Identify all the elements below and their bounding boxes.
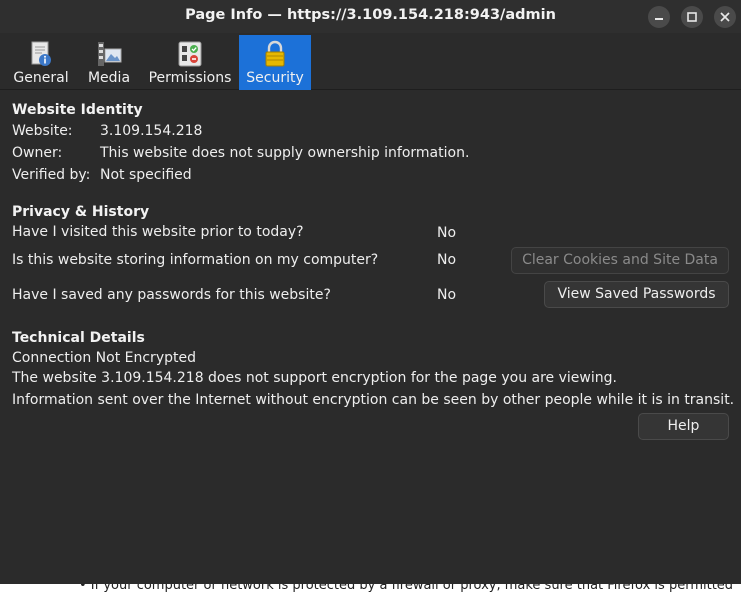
visited-question: Have I visited this website prior to tod…	[12, 224, 304, 240]
info-document-icon	[31, 41, 51, 66]
maximize-button[interactable]	[681, 6, 703, 28]
transit-warning: Information sent over the Internet witho…	[12, 392, 735, 408]
verified-by-label: Verified by:	[12, 167, 91, 183]
tab-media[interactable]: Media	[84, 35, 134, 90]
help-button[interactable]: Help	[638, 413, 729, 440]
media-icon	[98, 42, 122, 66]
permissions-icon	[178, 41, 202, 67]
tab-general-label: General	[13, 70, 69, 86]
window-title: Page Info — https://3.109.154.218:943/ad…	[185, 7, 556, 23]
close-button[interactable]	[714, 6, 736, 28]
storing-answer: No	[437, 252, 457, 268]
storing-question: Is this website storing information on m…	[12, 252, 379, 268]
minimize-icon	[655, 18, 663, 20]
tab-bar: General Media Permissions Security	[0, 33, 741, 90]
encryption-message: The website 3.109.154.218 does not suppo…	[12, 370, 617, 386]
view-saved-passwords-button[interactable]: View Saved Passwords	[544, 281, 729, 308]
owner-value: This website does not supply ownership i…	[100, 145, 470, 161]
tab-general[interactable]: General	[9, 35, 73, 90]
tab-media-label: Media	[87, 70, 131, 86]
padlock-icon	[265, 40, 285, 67]
visited-answer: No	[437, 225, 457, 241]
background-page-strip: • If your computer or network is protect…	[0, 584, 741, 593]
clear-cookies-button[interactable]: Clear Cookies and Site Data	[511, 247, 729, 274]
technical-details-heading: Technical Details	[12, 330, 145, 346]
verified-by-value: Not specified	[100, 167, 192, 183]
tab-permissions[interactable]: Permissions	[146, 35, 234, 90]
website-label: Website:	[12, 123, 73, 139]
tab-permissions-label: Permissions	[148, 70, 232, 86]
close-icon	[720, 12, 730, 22]
tab-security[interactable]: Security	[239, 35, 311, 90]
background-page-text: • If your computer or network is protect…	[79, 584, 734, 593]
passwords-answer: No	[437, 287, 457, 303]
website-value: 3.109.154.218	[100, 123, 203, 139]
maximize-icon	[687, 12, 697, 22]
connection-status: Connection Not Encrypted	[12, 350, 196, 366]
minimize-button[interactable]	[648, 6, 670, 28]
title-bar: Page Info — https://3.109.154.218:943/ad…	[0, 0, 741, 33]
website-identity-heading: Website Identity	[12, 102, 143, 118]
owner-label: Owner:	[12, 145, 63, 161]
privacy-history-heading: Privacy & History	[12, 204, 150, 220]
tab-security-label: Security	[246, 70, 304, 86]
passwords-question: Have I saved any passwords for this webs…	[12, 287, 331, 303]
